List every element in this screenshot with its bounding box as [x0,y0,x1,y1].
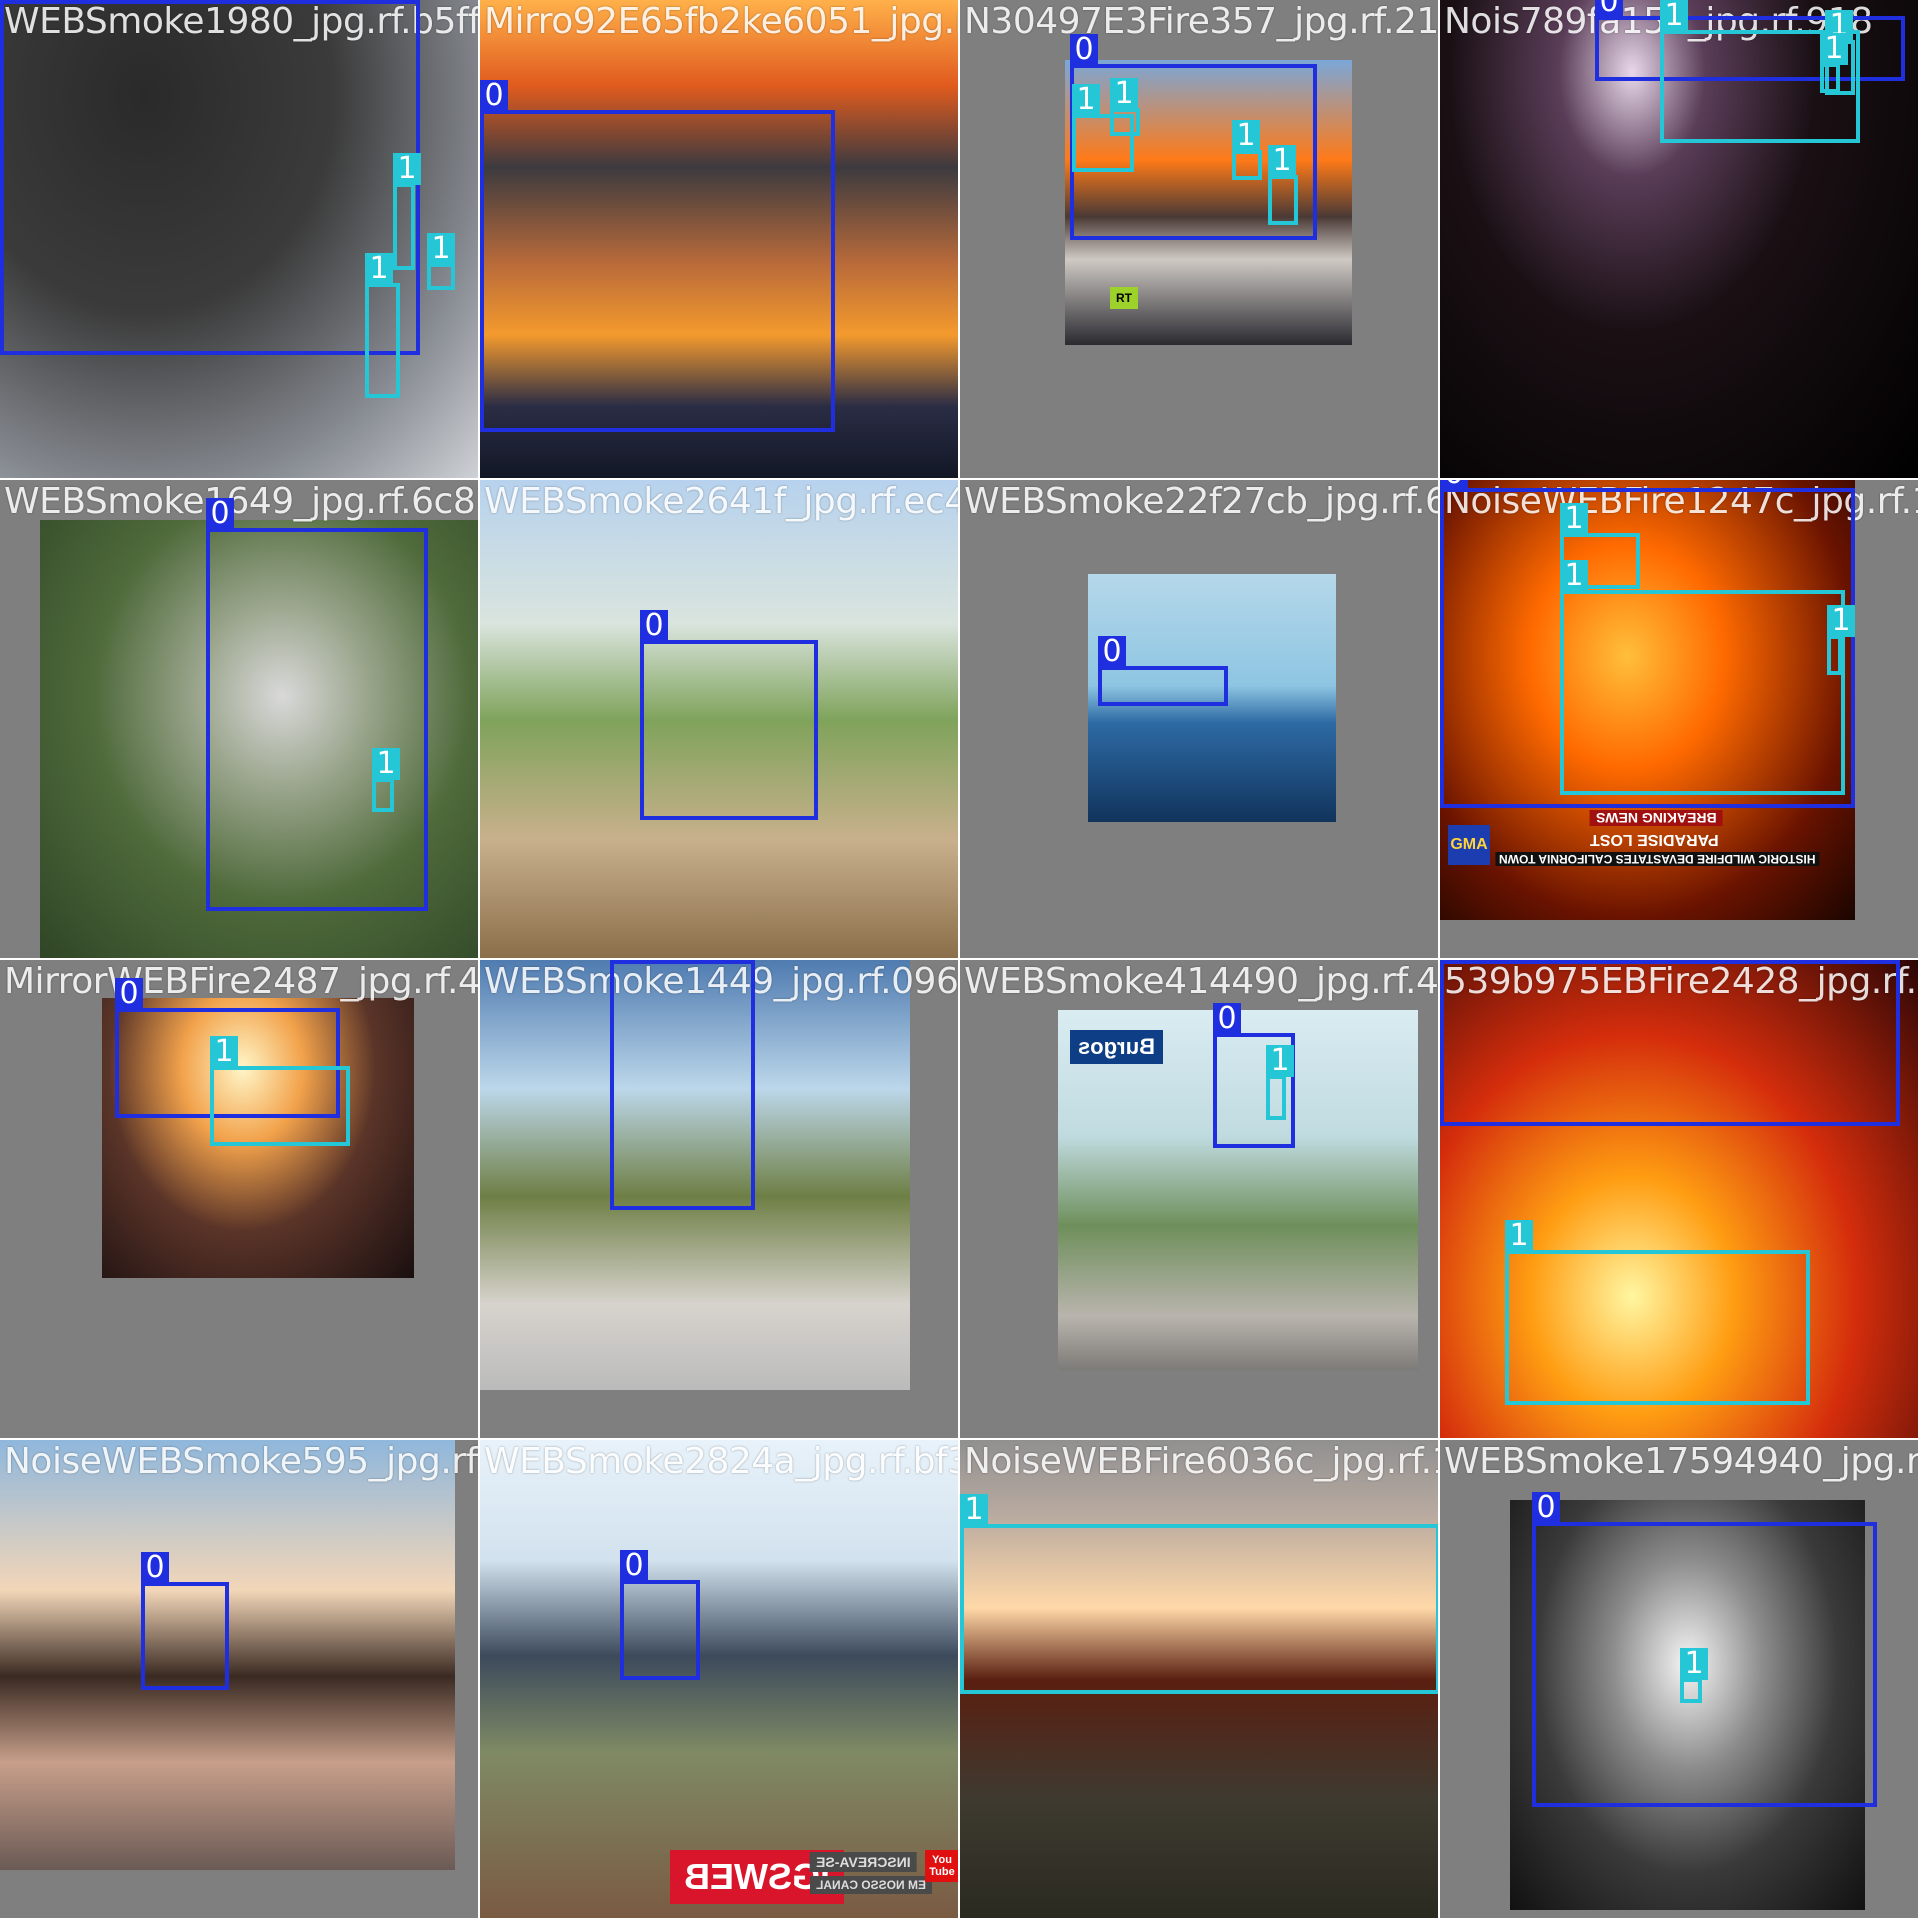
tile-16: WEBSmoke17594940_jpg.rf.0e1 0 1 [1440,1440,1920,1920]
news-line-3: HISTORIC WILDFIRE DEVASTATES CALIFORNIA … [1495,852,1820,866]
gma-logo: GMA [1448,825,1490,865]
detection-box-class-0: 0 [620,1550,700,1680]
tile-8: NoiseWEBFire1247c_jpg.rf.10111GMABREAKIN… [1440,480,1920,960]
detection-box-class-0: 0 [141,1552,229,1690]
detection-box-class-0: 0 [1440,960,1900,1126]
detection-box-class-1: 1 [1505,1220,1810,1405]
detection-box-class-1: 1 [1560,560,1845,795]
class-id-tag: 0 [141,1552,169,1584]
class-id-tag: 1 [427,233,455,265]
class-id-tag: 1 [1110,78,1138,110]
detection-box-class-1: 1 [1680,1648,1708,1703]
detection-box-class-0: 0 [206,498,428,911]
class-id-tag: 0 [1595,0,1623,18]
detection-box-class-1: 1 [1266,1045,1294,1120]
tile-14: WEBSmoke2824a_jpg.rf.bf3 0 IGSWEB INSCREVA-… [480,1440,960,1920]
tile-6: WEBSmoke2641f_jpg.rf.ec44 0 [480,480,960,960]
tile-2: Mirro92E65fb2ke6051_jpg.rf 0 [480,0,960,480]
class-id-tag: 0 [620,1550,648,1582]
class-id-tag: 0 [1213,1003,1241,1035]
class-id-tag: 1 [1266,1045,1294,1077]
class-id-tag: 1 [210,1036,238,1068]
detection-box-class-0: 0 [0,0,420,355]
news-line-2: PARADISE LOST [1590,831,1719,848]
tile-15: NoiseWEBFire6036c_jpg.rf.1e 1 [960,1440,1440,1920]
class-id-tag: 0 [610,960,638,962]
tile-9: MirrorWEBFire2487_jpg.rf.4 0 1 [0,960,480,1440]
filename-label: NoiseWEBFire6036c_jpg.rf.1e [964,1441,1440,1482]
class-id-tag: 1 [1680,1648,1708,1680]
class-id-tag: 0 [640,610,668,642]
tile-4: Nois789fa156_jpg.rf.918 0 1 1 1 [1440,0,1920,480]
class-id-tag: 0 [1098,636,1126,668]
tile-3: N30497E3Fire357_jpg.rf.21a 0 1 1 1 1 RT [960,0,1440,480]
tile-7: WEBSmoke22f27cb_jpg.rf.613 0 [960,480,1440,960]
mosaic-grid: WEBSmoke1980_jpg.rf.b5ffa0111Mirro92E65f… [0,0,1920,1920]
tile-12: 539b975EBFire2428_jpg.rf.101 [1440,960,1920,1440]
class-id-tag: 1 [1268,145,1296,177]
class-id-tag: 1 [1560,503,1588,535]
filename-label: N30497E3Fire357_jpg.rf.21a [964,1,1440,42]
class-id-tag: 0 [206,498,234,530]
detection-box-class-1: 1 [960,1494,1438,1694]
class-id-tag: 1 [1072,84,1100,116]
detection-box-class-1: 1 [365,253,400,398]
tile-1: WEBSmoke1980_jpg.rf.b5ffa0111 [0,0,480,480]
class-id-tag: 1 [1232,120,1260,152]
class-id-tag: 0 [1532,1492,1560,1524]
detection-box-class-0: 0 [1098,636,1228,706]
class-id-tag: 1 [1827,605,1855,637]
class-id-tag: 1 [372,748,400,780]
class-id-tag: 1 [1820,33,1848,65]
burgos-logo: Burgos [1070,1030,1163,1064]
detection-box-class-1: 1 [1560,503,1640,589]
filename-label: WEBSmoke414490_jpg.rf.4f9c [964,961,1440,1002]
youtube-logo: You Tube [925,1850,958,1882]
news-line-1: BREAKING NEWS [1590,810,1723,826]
detection-box-class-1: 1 [1110,78,1140,136]
detection-box-class-1: 1 [427,233,455,290]
filename-label: WEBSmoke22f27cb_jpg.rf.613 [964,481,1440,522]
class-id-tag: 0 [1440,480,1468,490]
tile-5: WEBSmoke1649_jpg.rf.6c87 0 1 [0,480,480,960]
class-id-tag: 0 [480,80,508,112]
inscreva-line-1: INSCREVA-SE [810,1852,917,1872]
scene-photo [480,1440,958,1918]
class-id-tag: 1 [1505,1220,1533,1252]
filename-label: MirrorWEBFire2487_jpg.rf.4 [4,961,480,1002]
class-id-tag: 1 [1660,0,1688,32]
filename-label: NoiseWEBSmoke595_jpg.rf [4,1441,478,1482]
filename-label: WEBSmoke2641f_jpg.rf.ec44 [484,481,960,522]
class-id-tag: 1 [960,1494,988,1526]
detection-box-class-1: 1 [393,153,421,270]
class-id-tag: 0 [1070,34,1098,66]
class-id-tag: 0 [115,978,143,1010]
detection-box-class-0: 0 [480,80,835,432]
class-id-tag: 1 [393,153,421,185]
detection-box-class-1: 1 [1820,33,1848,93]
detection-box-class-1: 1 [1232,120,1262,180]
detection-box-class-0: 0 [610,960,755,1210]
filename-label: WEBSmoke17594940_jpg.rf.0e1 [1444,1441,1920,1482]
tile-11: WEBSmoke414490_jpg.rf.4f9c 0 1 Burgos [960,960,1440,1440]
filename-label: WEBSmoke2824a_jpg.rf.bf3 [484,1441,960,1482]
detection-box-class-1: 1 [210,1036,350,1146]
tile-13: NoiseWEBSmoke595_jpg.rf 0 [0,1440,480,1920]
rt-logo: RT [1110,287,1138,309]
inscreva-line-2: EM NOSSO CANAL [810,1876,933,1894]
detection-box-class-1: 1 [1268,145,1298,225]
detection-box-class-1: 1 [372,748,400,812]
tile-10: WEBSmoke1449_jpg.rf.09670 [480,960,960,1440]
class-id-tag: 1 [365,253,393,285]
detection-box-class-0: 0 [640,610,818,820]
class-id-tag: 0 [1440,960,1468,962]
filename-label: WEBSmoke1649_jpg.rf.6c87 [4,481,480,522]
filename-label: Mirro92E65fb2ke6051_jpg.rf [484,1,960,42]
class-id-tag: 0 [0,0,28,2]
detection-box-class-1: 1 [1827,605,1855,675]
